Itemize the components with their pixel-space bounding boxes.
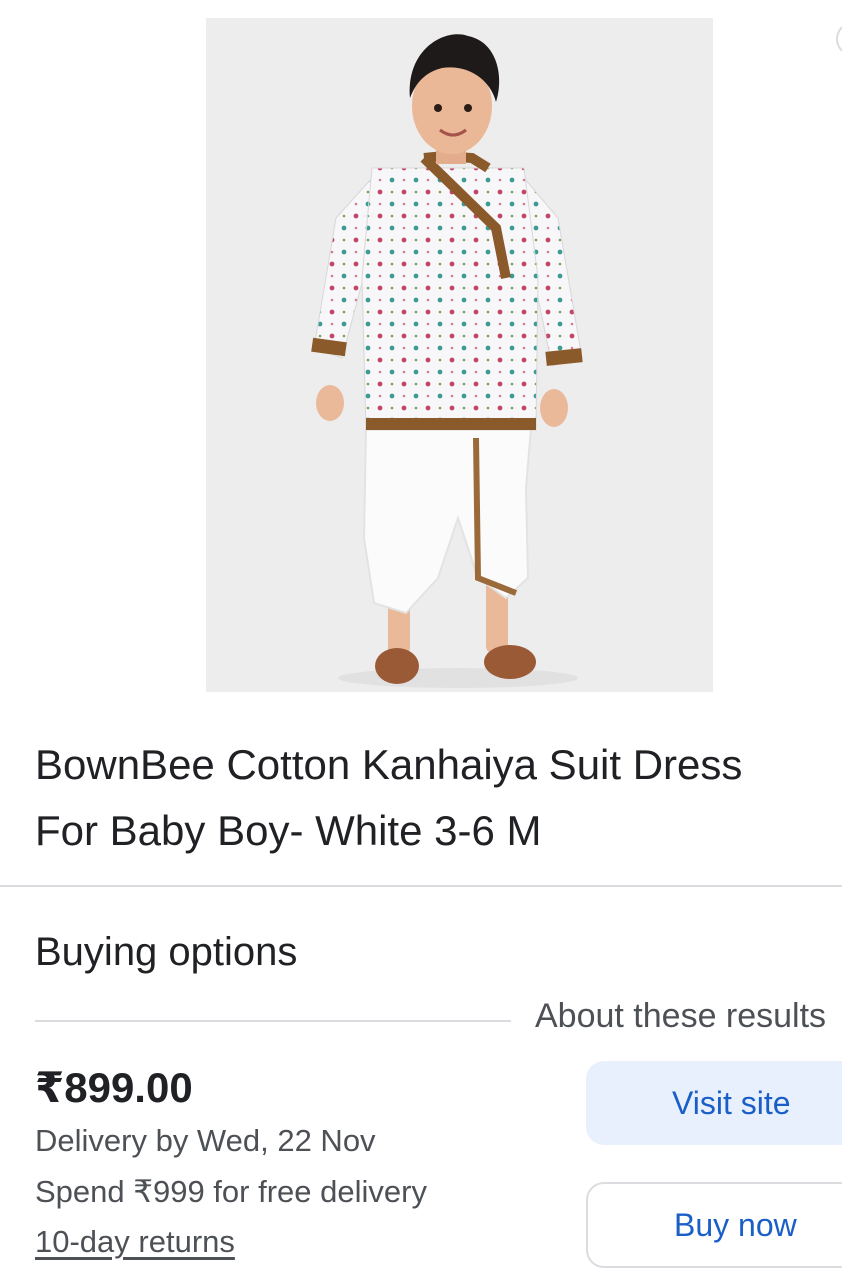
about-these-results-link[interactable]: About these results: [535, 994, 826, 1038]
free-delivery-threshold: Spend ₹999 for free delivery: [35, 1174, 427, 1209]
delivery-date: Delivery by Wed, 22 Nov: [35, 1123, 376, 1158]
visit-site-label: Visit site: [672, 1085, 791, 1121]
product-title: BownBee Cotton Kanhaiya Suit Dress For B…: [35, 732, 842, 864]
product-image[interactable]: [206, 18, 713, 692]
product-title-line-1: BownBee Cotton Kanhaiya Suit Dress: [35, 741, 743, 788]
product-title-line-2: For Baby Boy- White 3-6 M: [35, 807, 542, 854]
returns-policy-link[interactable]: 10-day returns: [35, 1222, 235, 1262]
buying-options-heading: Buying options: [35, 930, 298, 974]
section-divider: [0, 885, 842, 887]
buy-now-button[interactable]: Buy now: [586, 1182, 842, 1268]
offer-price: ₹899.00: [35, 1064, 193, 1111]
results-divider: [35, 1020, 511, 1022]
visit-site-button[interactable]: Visit site: [586, 1061, 842, 1145]
image-carousel-indicator[interactable]: [836, 22, 842, 56]
buy-now-label: Buy now: [674, 1207, 797, 1243]
product-photo-illustration: [311, 34, 583, 688]
